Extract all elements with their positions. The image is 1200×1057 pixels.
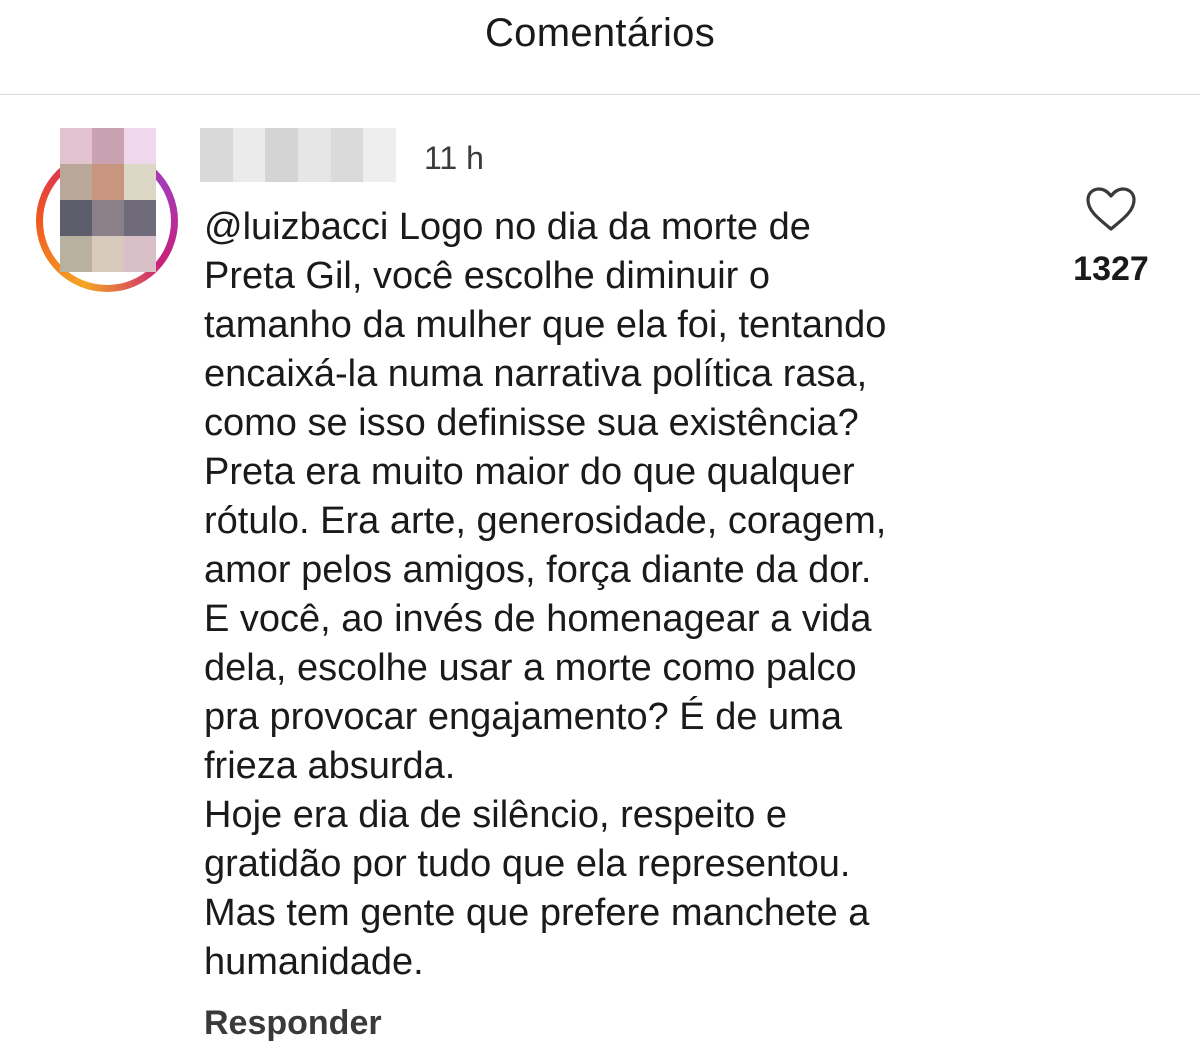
like-column: 1327 xyxy=(1066,186,1156,289)
reply-button[interactable]: Responder xyxy=(204,1004,382,1043)
comment-line: rótulo. Era arte, generosidade, coragem, xyxy=(204,500,887,542)
username-pixel xyxy=(330,128,364,182)
avatar-pixel xyxy=(92,200,124,236)
username-pixel xyxy=(298,128,331,182)
username-pixel xyxy=(265,128,299,182)
comments-header: Comentários xyxy=(0,0,1200,95)
avatar-pixel xyxy=(92,164,124,200)
comment-timestamp: 11 h xyxy=(424,140,484,176)
comment-line: E você, ao invés de homenagear a vida xyxy=(204,598,872,640)
comment-line: frieza absurda. xyxy=(204,745,456,787)
username-pixel xyxy=(363,128,397,182)
like-count: 1327 xyxy=(1073,250,1149,288)
comment-line: humanidade. xyxy=(204,941,424,983)
username-pixel xyxy=(200,128,233,182)
comment-line: amor pelos amigos, força diante da dor. xyxy=(204,549,872,591)
avatar-pixel xyxy=(60,236,92,272)
heart-icon[interactable] xyxy=(1085,186,1137,232)
avatar-pixel xyxy=(124,128,156,164)
comment-line: Hoje era dia de silêncio, respeito e xyxy=(204,794,788,836)
comment-line: @luizbacci Logo no dia da morte de xyxy=(204,206,811,248)
comment-line: tamanho da mulher que ela foi, tentando xyxy=(204,304,887,346)
avatar[interactable] xyxy=(60,128,156,272)
avatar-pixel xyxy=(92,236,124,272)
username-blurred[interactable] xyxy=(200,128,397,182)
comment-line: como se isso definisse sua existência? xyxy=(204,402,859,444)
avatar-pixel xyxy=(124,236,156,272)
comment-text: @luizbacci Logo no dia da morte de Preta … xyxy=(204,203,1064,987)
comment-line: Mas tem gente que prefere manchete a xyxy=(204,892,870,934)
comment-line: encaixá-la numa narrativa política rasa, xyxy=(204,353,868,395)
avatar-pixel xyxy=(124,164,156,200)
avatar-pixel xyxy=(92,128,124,164)
comment-line: Preta era muito maior do que qualquer xyxy=(204,451,855,493)
username-pixel xyxy=(232,128,266,182)
avatar-pixel xyxy=(124,200,156,236)
comment-line: Preta Gil, você escolhe diminuir o xyxy=(204,255,771,297)
avatar-pixel xyxy=(60,200,92,236)
comment-line: pra provocar engajamento? É de uma xyxy=(204,696,842,738)
header-title: Comentários xyxy=(484,10,716,55)
comment-line: dela, escolhe usar a morte como palco xyxy=(204,647,857,689)
avatar-pixel xyxy=(60,128,92,164)
comment-line: gratidão por tudo que ela representou. xyxy=(204,843,851,885)
avatar-pixel xyxy=(60,164,92,200)
